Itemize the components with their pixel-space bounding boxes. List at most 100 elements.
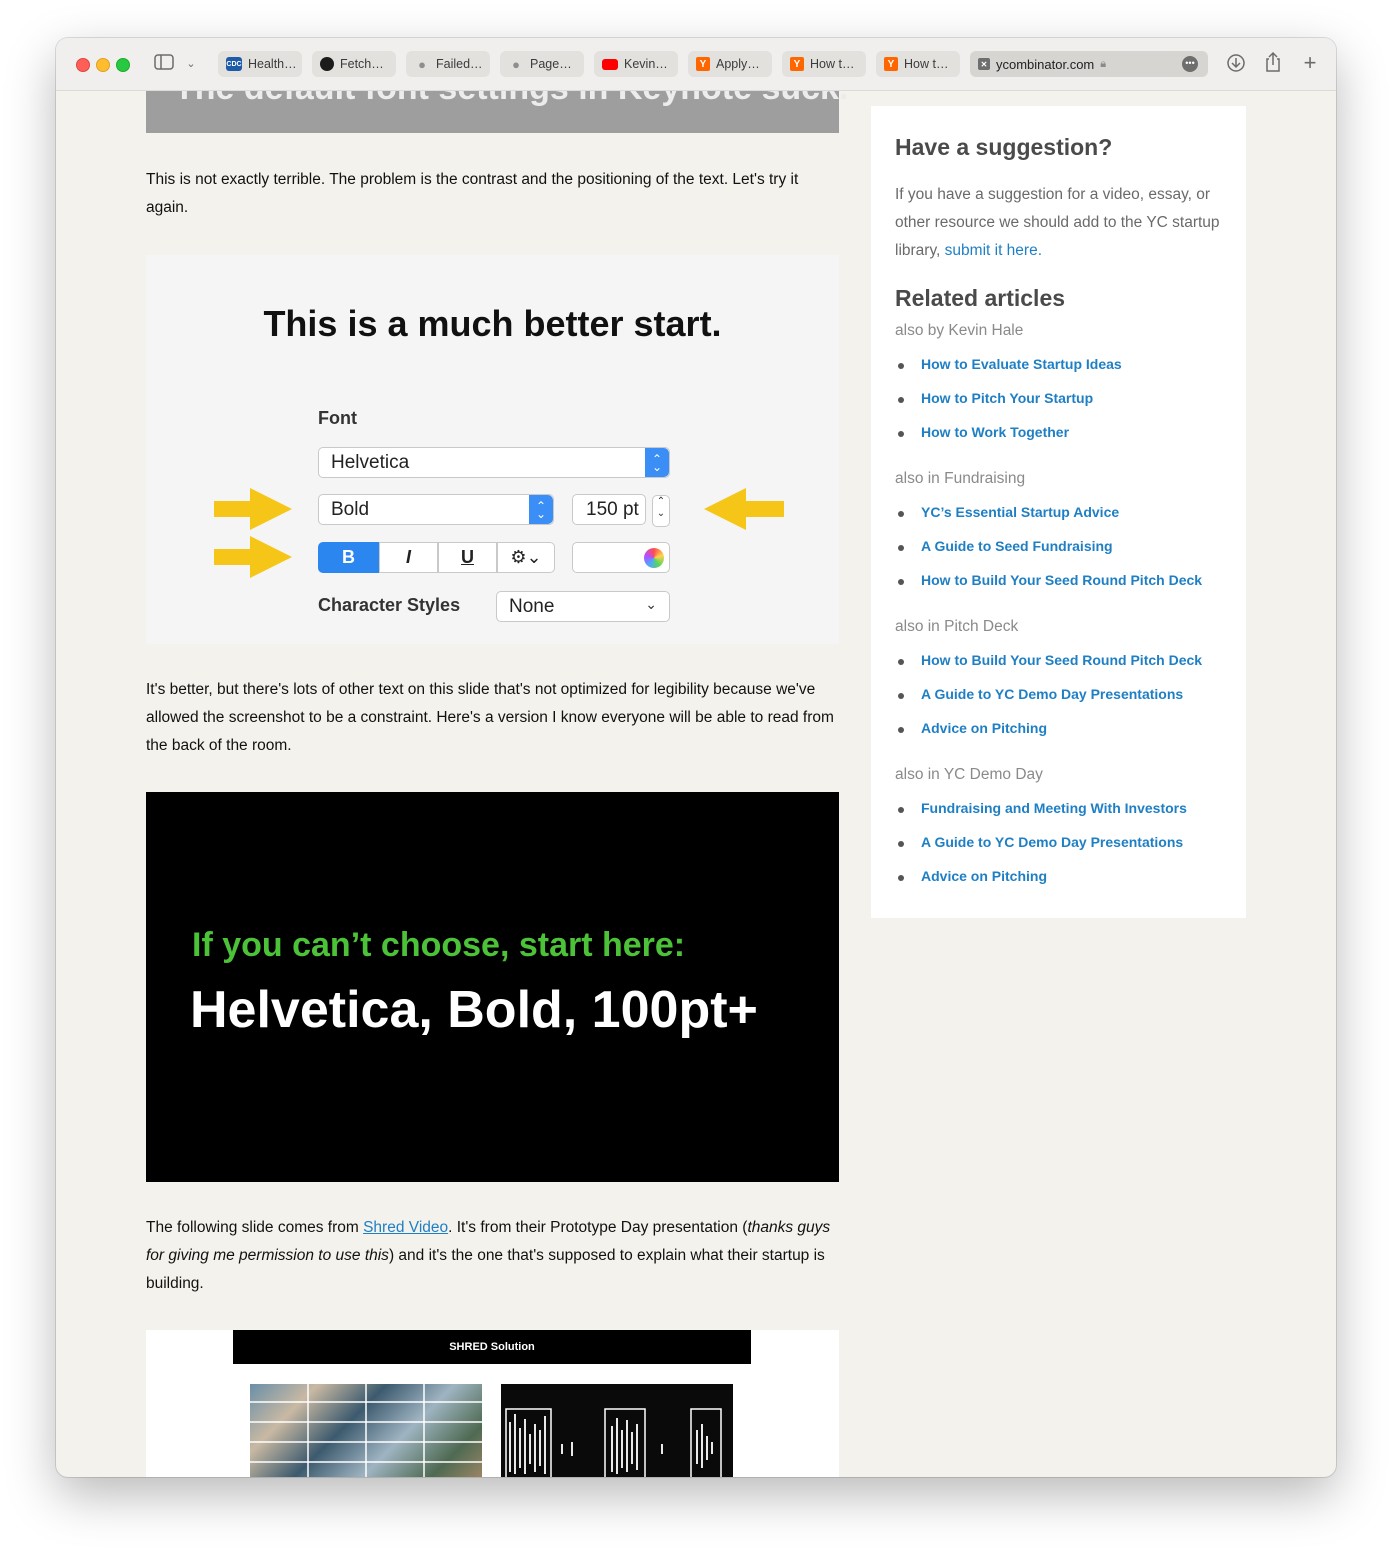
more-options-icon[interactable]: •••	[1182, 56, 1198, 72]
banner-text: The default font settings in Keynote suc…	[174, 91, 848, 108]
related-group-label: also in YC Demo Day	[895, 766, 1043, 783]
bullet	[898, 807, 904, 813]
font-label: Font	[318, 408, 357, 428]
tab-7[interactable]: Y How t…	[876, 51, 960, 77]
related-article-link[interactable]: A Guide to YC Demo Day Presentations	[921, 686, 1183, 702]
tab-label: Fetch…	[340, 57, 384, 71]
paragraph-text: The following slide comes from	[146, 1219, 364, 1236]
related-article-link[interactable]: How to Build Your Seed Round Pitch Deck	[921, 572, 1202, 588]
chevron-down-icon[interactable]: ⌄	[184, 54, 198, 74]
close-window-button[interactable]	[76, 58, 90, 72]
character-styles-value: None	[509, 595, 555, 617]
related-article-link[interactable]: How to Build Your Seed Round Pitch Deck	[921, 652, 1202, 668]
bullet	[898, 659, 904, 665]
font-style-select: Bold ⌃ ⌄	[318, 494, 554, 525]
apple-icon: ●	[512, 56, 520, 72]
arrow-right-icon	[214, 536, 292, 578]
suggestion-title: Have a suggestion?	[895, 134, 1113, 160]
tab-label: Health…	[248, 57, 297, 71]
font-size-value: 150 pt	[586, 498, 639, 520]
bullet	[898, 397, 904, 403]
bullet	[898, 511, 904, 517]
tab-label: Page…	[530, 57, 572, 71]
slide-subtitle: If you can’t choose, start here:	[192, 926, 686, 964]
ycombinator-icon: Y	[696, 57, 710, 71]
arrow-left-icon	[704, 488, 784, 530]
sidebar: Have a suggestion? If you have a suggest…	[871, 106, 1246, 918]
related-article-link[interactable]: YC’s Essential Startup Advice	[921, 504, 1119, 520]
github-icon	[320, 57, 334, 71]
address-bar[interactable]: ✕ ycombinator.com 🔒︎ •••	[970, 51, 1208, 77]
related-article-link[interactable]: Fundraising and Meeting With Investors	[921, 800, 1187, 816]
related-article-link[interactable]: How to Work Together	[921, 424, 1069, 440]
character-styles-select: None ⌄	[496, 591, 670, 622]
tab-3[interactable]: ● Page…	[500, 51, 584, 77]
article-paragraph: The following slide comes from Shred Vid…	[146, 1214, 839, 1298]
youtube-icon	[602, 58, 618, 70]
bold-button: B	[318, 542, 379, 573]
font-family-value: Helvetica	[331, 451, 410, 473]
browser-window: ⌄ CDC Health… Fetch… ● Failed… ● Page… Kevi…	[56, 38, 1336, 1477]
stepper-icon: ⌃ ⌄	[529, 495, 553, 524]
related-article-link[interactable]: A Guide to Seed Fundraising	[921, 538, 1113, 554]
related-article-link[interactable]: Advice on Pitching	[921, 868, 1047, 884]
tab-2[interactable]: ● Failed…	[406, 51, 490, 77]
related-article-link[interactable]: A Guide to YC Demo Day Presentations	[921, 834, 1183, 850]
slide-title: This is a much better start.	[263, 303, 722, 344]
sidebar-toggle-icon[interactable]	[153, 54, 175, 76]
italic-button: I	[379, 542, 438, 573]
tab-1[interactable]: Fetch…	[312, 51, 396, 77]
bullet	[898, 579, 904, 585]
bullet	[898, 431, 904, 437]
ycombinator-icon: Y	[884, 57, 898, 71]
bullet	[898, 693, 904, 699]
bullet	[898, 875, 904, 881]
font-style-value: Bold	[331, 498, 370, 520]
related-article-link[interactable]: How to Pitch Your Startup	[921, 390, 1093, 406]
download-icon[interactable]	[1226, 53, 1246, 79]
related-group-label: also in Pitch Deck	[895, 618, 1019, 635]
tab-label: How t…	[810, 57, 855, 71]
color-wheel-icon	[644, 547, 664, 568]
close-tab-icon[interactable]: ✕	[978, 58, 990, 70]
related-article-link[interactable]: How to Evaluate Startup Ideas	[921, 356, 1122, 372]
minimize-window-button[interactable]	[96, 58, 110, 72]
suggestion-text: If you have a suggestion for a video, es…	[895, 181, 1225, 265]
tab-6[interactable]: Y How t…	[782, 51, 866, 77]
article-paragraph: It's better, but there's lots of other t…	[146, 681, 834, 754]
tab-label: Kevin…	[624, 57, 668, 71]
tab-label: Apply…	[716, 57, 760, 71]
underline-button: U	[438, 542, 497, 573]
page-content: The default font settings in Keynote suc…	[56, 91, 1336, 1477]
tab-4[interactable]: Kevin…	[594, 51, 678, 77]
submit-suggestion-link[interactable]: submit it here.	[945, 242, 1042, 259]
related-group-label: also by Kevin Hale	[895, 322, 1024, 339]
character-styles-label: Character Styles	[318, 595, 461, 615]
font-size-field: 150 pt	[572, 494, 646, 525]
suggestion-body: If you have a suggestion for a video, es…	[895, 186, 1220, 259]
shred-video-link[interactable]: Shred Video	[363, 1219, 448, 1236]
tab-0[interactable]: CDC Health…	[218, 51, 302, 77]
stepper-icon: ⌃ ⌄	[645, 448, 669, 477]
related-article-link[interactable]: Advice on Pitching	[921, 720, 1047, 736]
slide-headline: Helvetica, Bold, 100pt+	[190, 981, 758, 1039]
lock-icon: 🔒︎	[1100, 57, 1107, 70]
related-group-label: also in Fundraising	[895, 470, 1026, 487]
slide-image-default-font: The default font settings in Keynote suc…	[146, 91, 848, 133]
bullet	[898, 363, 904, 369]
size-stepper-icon: ⌃ ⌄	[652, 495, 670, 527]
article-paragraph: This is not exactly terrible. The proble…	[146, 171, 799, 216]
new-tab-icon[interactable]: +	[1300, 52, 1320, 74]
share-icon[interactable]	[1263, 51, 1283, 79]
chevron-down-icon: ⌄	[645, 596, 657, 612]
tab-label: Failed…	[436, 57, 483, 71]
tab-5[interactable]: Y Apply…	[688, 51, 772, 77]
slide-image-better-start: This is a much better start. Font Helvet…	[146, 255, 839, 644]
font-family-select: Helvetica ⌃ ⌄	[318, 447, 670, 478]
zoom-window-button[interactable]	[116, 58, 130, 72]
audio-waveform-image	[501, 1384, 733, 1477]
related-articles-title: Related articles	[895, 285, 1066, 311]
paragraph-text: . It's from their Prototype Day presenta…	[448, 1219, 748, 1236]
bullet	[898, 545, 904, 551]
tab-label: How t…	[904, 57, 949, 71]
